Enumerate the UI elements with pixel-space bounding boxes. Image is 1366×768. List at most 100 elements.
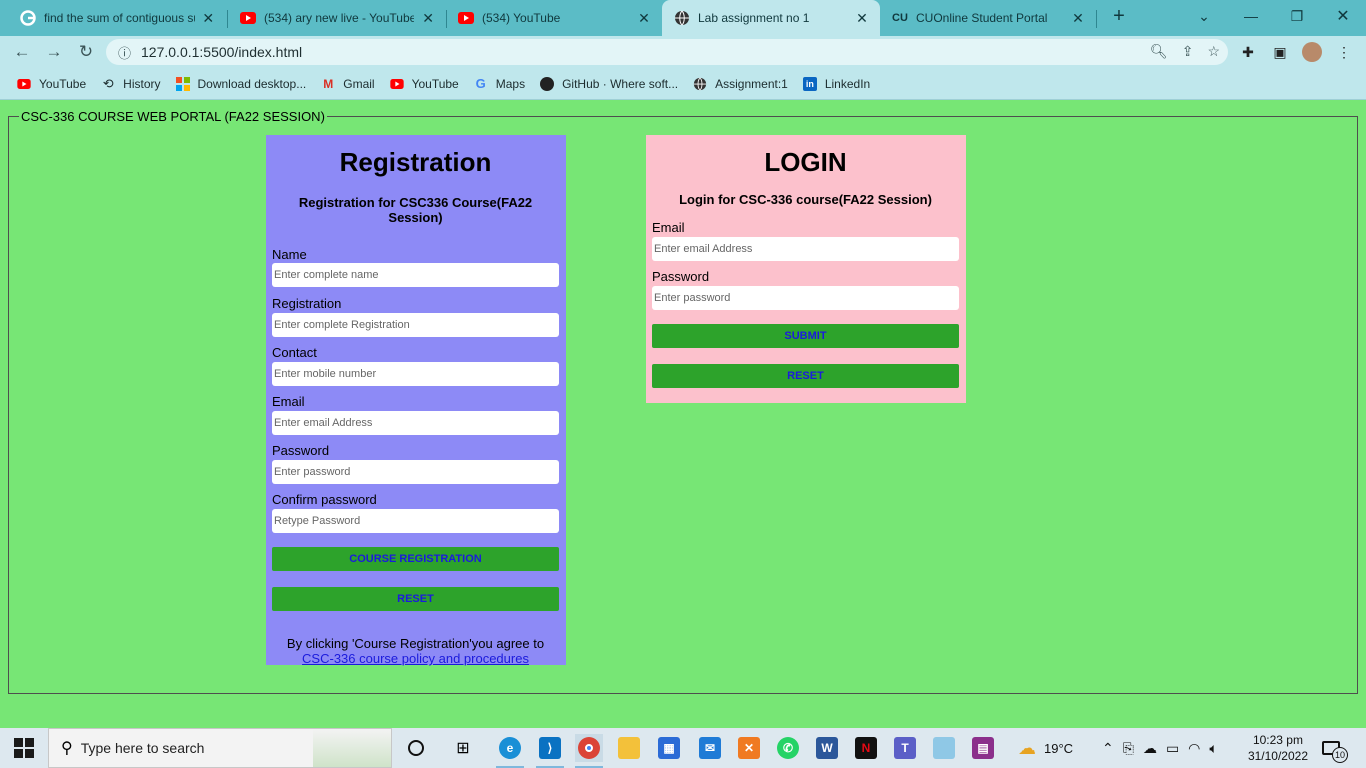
- taskbar-search-placeholder: Type here to search: [80, 740, 205, 756]
- contact-input[interactable]: [272, 362, 559, 386]
- taskbar: ⚲ Type here to search ⊞ e ⟩ ▦ ✉ ✕ ✆ W N …: [0, 728, 1366, 768]
- meet-now-icon[interactable]: ⎘: [1123, 740, 1134, 757]
- winrar-icon[interactable]: ▤: [969, 734, 997, 762]
- contact-label: Contact: [272, 345, 317, 360]
- reload-icon[interactable]: ↻: [74, 40, 98, 64]
- close-icon[interactable]: ✕: [420, 10, 436, 27]
- login-panel: LOGIN Login for CSC-336 course(FA22 Sess…: [646, 135, 966, 403]
- login-email-label: Email: [652, 220, 685, 235]
- store-icon[interactable]: ▦: [655, 734, 683, 762]
- tab-2[interactable]: (534) ary new live - YouTube ✕: [228, 0, 446, 36]
- login-subheading: Login for CSC-336 course(FA22 Session): [679, 192, 932, 207]
- tab-1[interactable]: find the sum of contiguous su ✕: [8, 0, 226, 36]
- password-input[interactable]: [272, 460, 559, 484]
- login-email-input[interactable]: [652, 237, 959, 261]
- login-reset-button[interactable]: RESET: [652, 364, 959, 388]
- notepad-icon[interactable]: [930, 734, 958, 762]
- back-arrow-icon[interactable]: ←: [10, 40, 34, 64]
- youtube-icon: [16, 76, 32, 92]
- login-password-input[interactable]: [652, 286, 959, 310]
- weather-widget[interactable]: ☁ 19°C: [1018, 728, 1073, 768]
- bookmark-assignment[interactable]: Assignment:1: [692, 76, 788, 92]
- bookmark-label: LinkedIn: [824, 76, 871, 91]
- policy-link[interactable]: CSC-336 course policy and procedures: [302, 651, 529, 666]
- bookmark-linkedin[interactable]: in LinkedIn: [802, 76, 870, 92]
- bookmark-label: Maps: [495, 76, 526, 91]
- whatsapp-icon[interactable]: ✆: [774, 734, 802, 762]
- youtube-icon: [240, 10, 256, 26]
- bookmark-github[interactable]: GitHub · Where soft...: [539, 76, 678, 92]
- linkedin-icon: in: [802, 76, 818, 92]
- gmail-icon: M: [323, 76, 334, 91]
- tab-5[interactable]: CU CUOnline Student Portal ✕: [880, 0, 1096, 36]
- chevron-up-icon[interactable]: ⌃: [1102, 740, 1114, 757]
- edge-icon[interactable]: e: [496, 734, 524, 762]
- taskbar-search-box[interactable]: ⚲ Type here to search: [48, 728, 392, 768]
- zoom-icon[interactable]: 🔍︎: [1150, 43, 1168, 60]
- registration-panel: Registration Registration for CSC336 Cou…: [266, 135, 566, 666]
- netflix-icon[interactable]: N: [852, 734, 880, 762]
- weather-temperature: 19°C: [1044, 740, 1074, 756]
- address-bar[interactable]: ⓘ 127.0.0.1:5500/index.html 🔍︎ ⇪ ☆: [106, 39, 1228, 65]
- mail-icon[interactable]: ✉: [696, 734, 724, 762]
- registration-reset-button[interactable]: RESET: [272, 587, 559, 611]
- login-submit-button[interactable]: SUBMIT: [652, 324, 959, 348]
- confirm-password-input[interactable]: [272, 509, 559, 533]
- site-info-icon[interactable]: ⓘ: [118, 43, 131, 62]
- restore-icon[interactable]: ❐: [1274, 0, 1320, 32]
- onedrive-icon[interactable]: ☁: [1143, 740, 1157, 757]
- bookmark-history[interactable]: ⟲ History: [100, 76, 161, 92]
- vscode-icon[interactable]: ⟩: [536, 734, 564, 762]
- wifi-icon[interactable]: ◠: [1188, 740, 1200, 757]
- minimize-icon[interactable]: —: [1228, 0, 1274, 32]
- new-tab-button[interactable]: +: [1096, 0, 1142, 32]
- close-icon[interactable]: ✕: [201, 10, 216, 27]
- notification-center-icon[interactable]: 10: [1322, 728, 1348, 768]
- close-icon[interactable]: ✕: [636, 10, 652, 27]
- word-icon[interactable]: W: [813, 734, 841, 762]
- xampp-icon[interactable]: ✕: [735, 734, 763, 762]
- avatar[interactable]: [1302, 42, 1322, 62]
- tab-active[interactable]: Lab assignment no 1 ✕: [662, 0, 880, 36]
- name-input[interactable]: [272, 263, 559, 287]
- side-panel-icon[interactable]: ▣: [1270, 42, 1290, 62]
- windows-start-icon[interactable]: [14, 738, 34, 758]
- bookmark-youtube[interactable]: YouTube: [16, 76, 86, 92]
- chrome-icon[interactable]: [575, 734, 603, 762]
- password-label: Password: [272, 443, 330, 458]
- name-label: Name: [272, 247, 307, 262]
- bookmark-download-desktop[interactable]: Download desktop...: [175, 76, 307, 92]
- window-close-icon[interactable]: ✕: [1320, 0, 1366, 32]
- close-icon[interactable]: ✕: [854, 10, 870, 27]
- portal-legend: CSC-336 COURSE WEB PORTAL (FA22 SESSION): [21, 109, 325, 124]
- menu-kebab-icon[interactable]: ⋮: [1334, 42, 1354, 62]
- clock[interactable]: 10:23 pm 31/10/2022: [1248, 732, 1308, 764]
- tab-3[interactable]: (534) YouTube ✕: [446, 0, 662, 36]
- weather-icon: ☁: [1018, 737, 1036, 758]
- file-explorer-icon[interactable]: [615, 734, 643, 762]
- tab-title: (534) ary new live - YouTube: [264, 11, 415, 25]
- close-icon[interactable]: ✕: [1070, 10, 1086, 27]
- battery-icon[interactable]: ▭: [1166, 740, 1179, 757]
- forward-arrow-icon[interactable]: →: [42, 40, 66, 64]
- bookmark-gmail[interactable]: M Gmail: [320, 76, 374, 92]
- registration-input[interactable]: [272, 313, 559, 337]
- extensions-icon[interactable]: ✚: [1238, 42, 1258, 62]
- email-input[interactable]: [272, 411, 559, 435]
- teams-icon[interactable]: T: [891, 734, 919, 762]
- browser-toolbar: ← → ↻ ⓘ 127.0.0.1:5500/index.html 🔍︎ ⇪ ☆…: [0, 36, 1366, 68]
- search-icon: ⚲: [61, 740, 73, 757]
- agreement-line: By clicking 'Course Registration'you agr…: [286, 636, 545, 651]
- bookmark-label: Download desktop...: [197, 76, 307, 91]
- bookmark-youtube-2[interactable]: YouTube: [389, 76, 459, 92]
- tab-title: find the sum of contiguous su: [44, 11, 195, 25]
- share-icon[interactable]: ⇪: [1182, 43, 1194, 60]
- bookmark-maps[interactable]: G Maps: [473, 76, 525, 92]
- tab-search-chevron-icon[interactable]: ⌄: [1181, 0, 1227, 32]
- cortana-icon[interactable]: [402, 734, 430, 762]
- registration-heading: Registration: [339, 147, 492, 177]
- task-view-icon[interactable]: ⊞: [449, 734, 477, 762]
- bookmark-star-icon[interactable]: ☆: [1207, 43, 1220, 60]
- volume-icon[interactable]: 🔈︎: [1209, 740, 1217, 757]
- course-registration-button[interactable]: COURSE REGISTRATION: [272, 547, 559, 571]
